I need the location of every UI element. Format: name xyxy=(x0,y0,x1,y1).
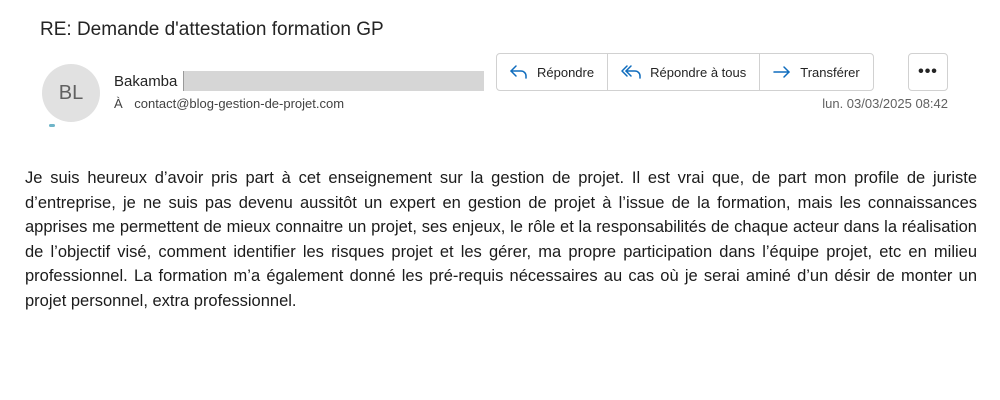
reply-arrow-icon xyxy=(510,65,527,79)
email-timestamp: lun. 03/03/2025 08:42 xyxy=(822,96,948,111)
redacted-sender-address xyxy=(183,71,485,91)
forward-button[interactable]: Transférer xyxy=(760,54,872,90)
reply-all-label: Répondre à tous xyxy=(650,64,747,80)
sender-avatar[interactable]: BL xyxy=(42,64,100,122)
recipient-line: À contact@blog-gestion-de-projet.com xyxy=(114,96,344,111)
email-reading-pane: RE: Demande d'attestation formation GP B… xyxy=(0,0,1000,400)
to-label: À xyxy=(114,96,123,111)
avatar-initials: BL xyxy=(58,81,84,104)
sender-name: Bakamba xyxy=(114,72,178,90)
reply-all-arrow-icon xyxy=(621,65,641,79)
email-body: Je suis heureux d’avoir pris part à cet … xyxy=(25,169,977,310)
recipient-address[interactable]: contact@blog-gestion-de-projet.com xyxy=(134,96,344,111)
sender[interactable]: Bakamba xyxy=(114,71,485,91)
more-icon: ••• xyxy=(918,63,938,80)
reply-button[interactable]: Répondre xyxy=(497,54,609,90)
forward-label: Transférer xyxy=(800,64,860,80)
presence-indicator xyxy=(49,124,55,127)
reply-label: Répondre xyxy=(537,64,595,80)
reply-all-button[interactable]: Répondre à tous xyxy=(608,54,761,90)
forward-arrow-icon xyxy=(773,66,790,78)
email-subject: RE: Demande d'attestation formation GP xyxy=(40,19,384,40)
message-actions-toolbar: Répondre Répondre à tous Transférer xyxy=(496,53,874,91)
more-actions-button[interactable]: ••• xyxy=(908,53,948,91)
